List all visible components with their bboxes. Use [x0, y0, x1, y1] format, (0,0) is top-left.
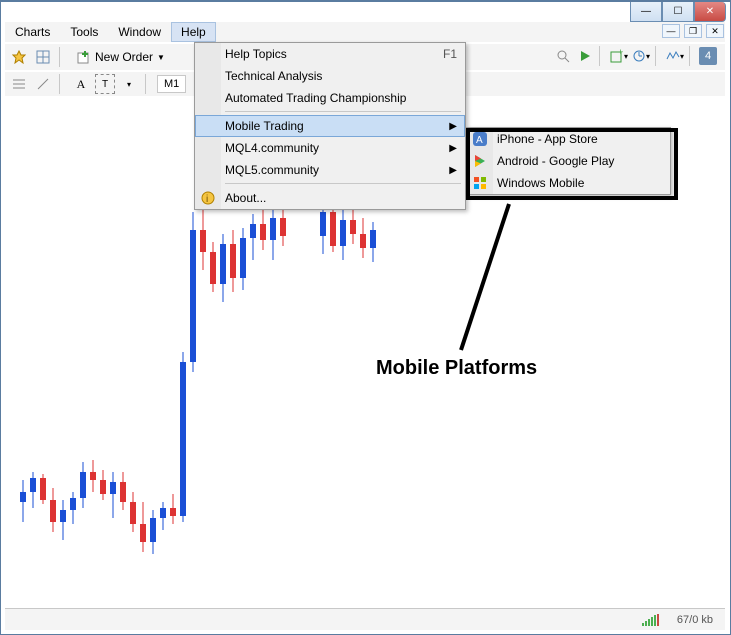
statusbar: 67/0 kb	[5, 608, 725, 630]
arrow-down-icon[interactable]: ▾	[119, 74, 139, 94]
menu-label: Android - Google Play	[497, 154, 614, 168]
add-chart-icon[interactable]: +▾	[609, 46, 629, 66]
info-icon: i	[200, 190, 216, 206]
plus-icon	[77, 50, 91, 64]
minimize-button[interactable]: —	[630, 2, 662, 22]
mql4-community-item[interactable]: MQL4.community ▶	[195, 137, 465, 159]
iphone-appstore-item[interactable]: A iPhone - App Store	[467, 128, 670, 150]
svg-text:i: i	[206, 194, 208, 205]
chart-wave-icon[interactable]: ▾	[665, 46, 685, 66]
svg-text:+: +	[618, 49, 623, 57]
help-topics-item[interactable]: Help Topics F1	[195, 43, 465, 65]
app-window: — ☐ ✕ Charts Tools Window Help — ❐ ✕ New…	[0, 0, 731, 635]
clock-icon[interactable]: ▾	[631, 46, 651, 66]
svg-text:A: A	[476, 135, 483, 146]
timeframe-m1[interactable]: M1	[157, 75, 186, 93]
chevron-down-icon: ▼	[157, 53, 165, 62]
mdi-controls: — ❐ ✕	[662, 24, 724, 38]
maximize-button[interactable]: ☐	[662, 2, 694, 22]
text-a-icon[interactable]: A	[71, 74, 91, 94]
menu-window[interactable]: Window	[108, 22, 171, 42]
help-dropdown: Help Topics F1 Technical Analysis Automa…	[194, 42, 466, 210]
annotation-label: Mobile Platforms	[376, 357, 537, 380]
menu-label: Automated Trading Championship	[225, 91, 406, 105]
mdi-restore-button[interactable]: ❐	[684, 24, 702, 38]
googleplay-icon	[472, 153, 488, 169]
status-kb: 67/0 kb	[665, 614, 725, 626]
android-googleplay-item[interactable]: Android - Google Play	[467, 150, 670, 172]
menu-help[interactable]: Help	[171, 22, 216, 42]
appstore-icon: A	[472, 131, 488, 147]
menu-tools[interactable]: Tools	[60, 22, 108, 42]
menu-label: About...	[225, 191, 266, 205]
about-item[interactable]: i About...	[195, 187, 465, 209]
menu-label: Windows Mobile	[497, 176, 584, 190]
submenu-arrow-icon: ▶	[449, 143, 457, 154]
menubar: Charts Tools Window Help	[5, 22, 725, 42]
menu-label: iPhone - App Store	[497, 132, 598, 146]
play-icon[interactable]	[575, 46, 595, 66]
text-t-icon[interactable]: T	[95, 74, 115, 94]
menu-label: Technical Analysis	[225, 69, 322, 83]
line-tool-icon[interactable]	[33, 74, 53, 94]
connection-bars-icon	[642, 614, 665, 626]
menu-label: Help Topics	[225, 47, 287, 61]
mobile-trading-submenu: A iPhone - App Store Android - Google Pl…	[466, 127, 671, 195]
magnifier-icon[interactable]	[553, 46, 573, 66]
mql5-community-item[interactable]: MQL5.community ▶	[195, 159, 465, 181]
star-icon[interactable]	[9, 47, 29, 67]
new-order-label: New Order	[95, 50, 153, 64]
close-button[interactable]: ✕	[694, 2, 726, 22]
windows-icon	[472, 175, 488, 191]
grid-icon[interactable]	[33, 47, 53, 67]
menu-label: MQL5.community	[225, 163, 319, 177]
menu-label: Mobile Trading	[225, 119, 304, 133]
mdi-close-button[interactable]: ✕	[706, 24, 724, 38]
window-controls: — ☐ ✕	[630, 2, 726, 22]
menu-shortcut: F1	[443, 47, 457, 61]
menu-label: MQL4.community	[225, 141, 319, 155]
mdi-minimize-button[interactable]: —	[662, 24, 680, 38]
technical-analysis-item[interactable]: Technical Analysis	[195, 65, 465, 87]
new-order-button[interactable]: New Order ▼	[71, 46, 171, 68]
windows-mobile-item[interactable]: Windows Mobile	[467, 172, 670, 194]
mobile-trading-item[interactable]: Mobile Trading ▶	[195, 115, 465, 137]
submenu-arrow-icon: ▶	[449, 165, 457, 176]
menu-charts[interactable]: Charts	[5, 22, 60, 42]
submenu-arrow-icon: ▶	[449, 121, 457, 132]
automated-championship-item[interactable]: Automated Trading Championship	[195, 87, 465, 109]
workspace-badge[interactable]: 4	[699, 47, 717, 65]
fibonacci-icon[interactable]	[9, 74, 29, 94]
